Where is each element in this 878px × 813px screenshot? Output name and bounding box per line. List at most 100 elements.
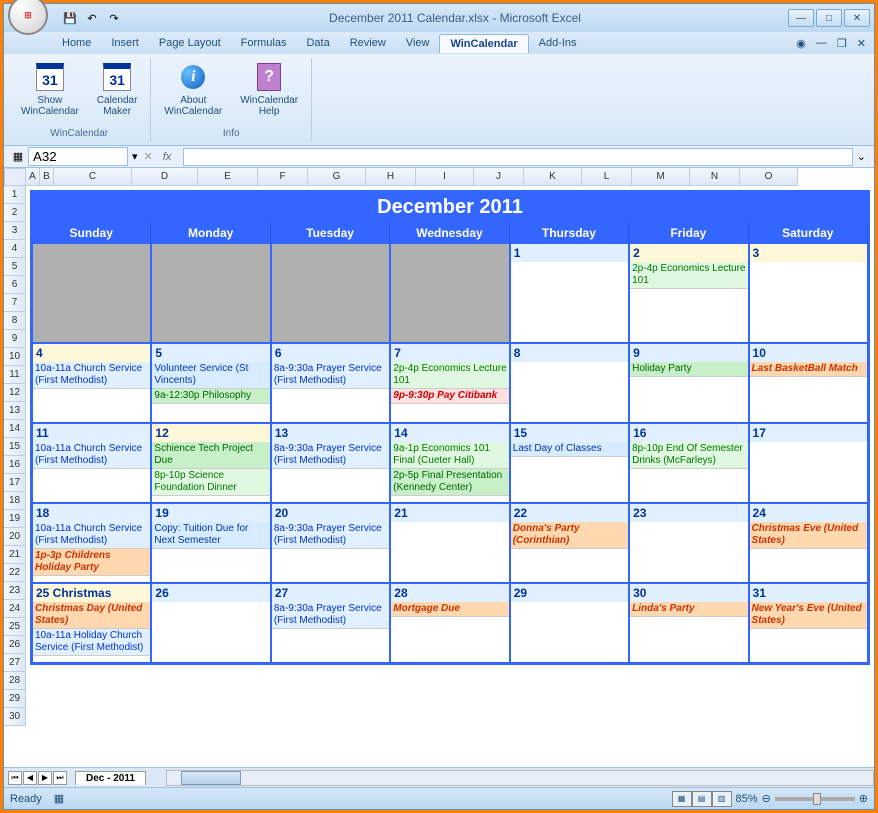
- tab-wincalendar[interactable]: WinCalendar: [439, 34, 528, 53]
- calendar-event[interactable]: 10a-11a Church Service (First Methodist): [33, 522, 150, 549]
- calendar-cell-12[interactable]: 12 Schience Tech Project Due8p-10p Scien…: [151, 423, 270, 503]
- col-header-H[interactable]: H: [366, 168, 416, 186]
- row-header-25[interactable]: 25: [4, 618, 26, 636]
- select-all-corner[interactable]: [4, 168, 26, 186]
- tab-view[interactable]: View: [396, 34, 440, 52]
- row-header-13[interactable]: 13: [4, 402, 26, 420]
- row-header-1[interactable]: 1: [4, 186, 26, 204]
- minimize-button[interactable]: —: [788, 9, 814, 27]
- calendar-event[interactable]: Donna's Party (Corinthian): [511, 522, 628, 549]
- calendar-cell-20[interactable]: 208a-9:30a Prayer Service (First Methodi…: [271, 503, 390, 583]
- row-header-22[interactable]: 22: [4, 564, 26, 582]
- undo-icon[interactable]: ↶: [82, 8, 102, 28]
- calendar-cell-15[interactable]: 15Last Day of Classes: [510, 423, 629, 503]
- scrollbar-thumb[interactable]: [181, 771, 241, 785]
- calendar-cell-28[interactable]: 28Mortgage Due: [390, 583, 509, 663]
- calendar-event[interactable]: Last BasketBall Match: [750, 362, 867, 377]
- col-header-M[interactable]: M: [632, 168, 690, 186]
- office-button[interactable]: ⊞: [8, 0, 48, 35]
- calendar-cell-6[interactable]: 68a-9:30a Prayer Service (First Methodis…: [271, 343, 390, 423]
- row-header-24[interactable]: 24: [4, 600, 26, 618]
- row-header-8[interactable]: 8: [4, 312, 26, 330]
- calendar-cell-empty[interactable]: [151, 243, 270, 343]
- calendar-event[interactable]: Mortgage Due: [391, 602, 508, 617]
- calendar-cell-16[interactable]: 168p-10p End Of Semester Drinks (McFarle…: [629, 423, 748, 503]
- calendar-cell-19[interactable]: 19Copy: Tuition Due for Next Semester: [151, 503, 270, 583]
- tab-insert[interactable]: Insert: [101, 34, 149, 52]
- cancel-fx-icon[interactable]: ✕: [142, 150, 155, 163]
- tab-first-icon[interactable]: ⏮: [8, 771, 22, 785]
- doc-close-button[interactable]: ✕: [857, 37, 866, 50]
- calendar-cell-1[interactable]: 1: [510, 243, 629, 343]
- calendar-cell-3[interactable]: 3: [749, 243, 868, 343]
- calendar-event[interactable]: Volunteer Service (St Vincents): [152, 362, 269, 389]
- calendar-event[interactable]: 10a-11a Holiday Church Service (First Me…: [33, 629, 150, 656]
- calendar-event[interactable]: 9a-1p Economics 101 Final (Cueter Hall): [391, 442, 508, 469]
- calendar-cell-9[interactable]: 9Holiday Party: [629, 343, 748, 423]
- macro-icon[interactable]: ▦: [54, 792, 64, 805]
- close-button[interactable]: ✕: [844, 9, 870, 27]
- row-header-4[interactable]: 4: [4, 240, 26, 258]
- row-header-30[interactable]: 30: [4, 708, 26, 726]
- row-header-17[interactable]: 17: [4, 474, 26, 492]
- row-header-23[interactable]: 23: [4, 582, 26, 600]
- row-header-18[interactable]: 18: [4, 492, 26, 510]
- tab-review[interactable]: Review: [340, 34, 396, 52]
- col-header-K[interactable]: K: [524, 168, 582, 186]
- row-header-15[interactable]: 15: [4, 438, 26, 456]
- col-header-I[interactable]: I: [416, 168, 474, 186]
- calendar-event[interactable]: Linda's Party: [630, 602, 747, 617]
- calendar-event[interactable]: 9a-12:30p Philosophy: [152, 389, 269, 404]
- col-header-A[interactable]: A: [26, 168, 40, 186]
- calendar-event[interactable]: Last Day of Classes: [511, 442, 628, 457]
- calendar-cell-2[interactable]: 22p-4p Economics Lecture 101: [629, 243, 748, 343]
- page-layout-button[interactable]: ▤: [692, 791, 712, 807]
- tab-page-layout[interactable]: Page Layout: [149, 34, 231, 52]
- row-header-5[interactable]: 5: [4, 258, 26, 276]
- calendar-cell-22[interactable]: 22 Donna's Party (Corinthian): [510, 503, 629, 583]
- row-header-19[interactable]: 19: [4, 510, 26, 528]
- calendar-cell-29[interactable]: 29: [510, 583, 629, 663]
- dropdown-icon[interactable]: ▾: [128, 150, 142, 163]
- page-break-button[interactable]: ▥: [712, 791, 732, 807]
- ribbon-btn-show-wincalendar[interactable]: 31Show WinCalendar: [14, 58, 86, 126]
- calendar-cell-10[interactable]: 10Last BasketBall Match: [749, 343, 868, 423]
- calendar-cell-25[interactable]: 25 Christmas Christmas Day (United State…: [32, 583, 151, 663]
- row-header-27[interactable]: 27: [4, 654, 26, 672]
- calendar-event[interactable]: 8a-9:30a Prayer Service (First Methodist…: [272, 602, 389, 629]
- col-header-C[interactable]: C: [54, 168, 132, 186]
- row-header-28[interactable]: 28: [4, 672, 26, 690]
- calendar-event[interactable]: Schience Tech Project Due: [152, 442, 269, 469]
- normal-view-button[interactable]: ▦: [672, 791, 692, 807]
- calendar-event[interactable]: 1p-3p Childrens Holiday Party: [33, 549, 150, 576]
- calendar-event[interactable]: Christmas Day (United States): [33, 602, 150, 629]
- tab-prev-icon[interactable]: ◀: [23, 771, 37, 785]
- calendar-cell-31[interactable]: 31 New Year's Eve (United States): [749, 583, 868, 663]
- help-icon[interactable]: ◉: [796, 37, 806, 50]
- calendar-cell-empty[interactable]: [271, 243, 390, 343]
- row-header-21[interactable]: 21: [4, 546, 26, 564]
- calendar-event[interactable]: Holiday Party: [630, 362, 747, 377]
- col-header-F[interactable]: F: [258, 168, 308, 186]
- tab-data[interactable]: Data: [296, 34, 339, 52]
- fx-label[interactable]: fx: [155, 151, 180, 163]
- row-header-12[interactable]: 12: [4, 384, 26, 402]
- row-header-10[interactable]: 10: [4, 348, 26, 366]
- calendar-cell-27[interactable]: 278a-9:30a Prayer Service (First Methodi…: [271, 583, 390, 663]
- calendar-event[interactable]: 8a-9:30a Prayer Service (First Methodist…: [272, 362, 389, 389]
- calendar-cell-30[interactable]: 30 Linda's Party: [629, 583, 748, 663]
- row-header-11[interactable]: 11: [4, 366, 26, 384]
- calendar-cell-11[interactable]: 1110a-11a Church Service (First Methodis…: [32, 423, 151, 503]
- row-header-3[interactable]: 3: [4, 222, 26, 240]
- calendar-event[interactable]: 2p-5p Final Presentation (Kennedy Center…: [391, 469, 508, 496]
- col-header-B[interactable]: B: [40, 168, 54, 186]
- doc-restore-button[interactable]: ❐: [837, 37, 847, 50]
- calendar-cell-empty[interactable]: [390, 243, 509, 343]
- row-header-7[interactable]: 7: [4, 294, 26, 312]
- zoom-out-button[interactable]: ⊖: [762, 792, 771, 805]
- col-header-G[interactable]: G: [308, 168, 366, 186]
- tab-next-icon[interactable]: ▶: [38, 771, 52, 785]
- calendar-cell-24[interactable]: 24 Christmas Eve (United States): [749, 503, 868, 583]
- calendar-event[interactable]: Christmas Eve (United States): [750, 522, 867, 549]
- calendar-event[interactable]: 9p-9:30p Pay Citibank: [391, 389, 508, 404]
